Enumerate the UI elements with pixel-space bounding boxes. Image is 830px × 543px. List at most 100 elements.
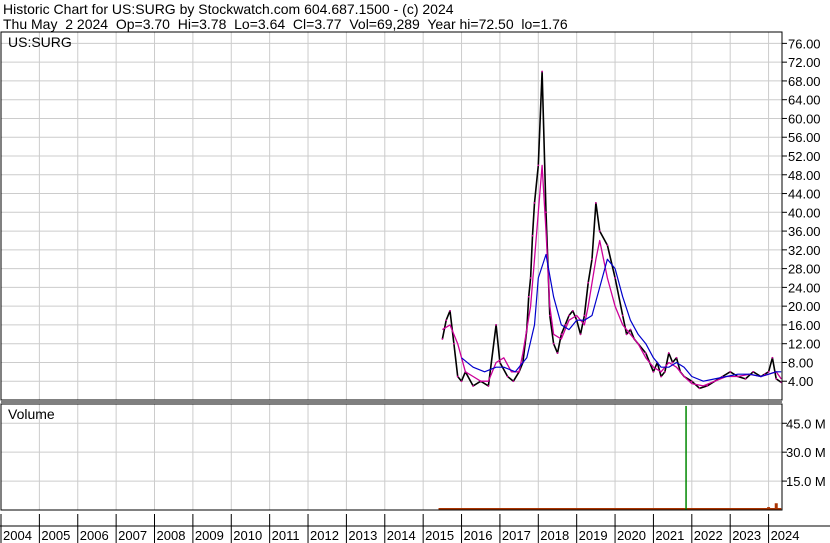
price-point xyxy=(690,380,693,383)
x-tick-label-2016: 2016 xyxy=(464,528,493,543)
price-point xyxy=(541,70,544,73)
volume-panel-label: Volume xyxy=(8,406,55,422)
price-point xyxy=(664,370,666,373)
price-point xyxy=(629,328,632,331)
price-point xyxy=(744,377,747,380)
price-point xyxy=(531,234,534,237)
price-point xyxy=(775,377,778,380)
price-point xyxy=(671,361,674,364)
x-tick-label-2013: 2013 xyxy=(348,528,377,543)
price-point xyxy=(621,314,624,317)
y-tick-label-3: 64.00 xyxy=(788,93,821,108)
volume-panel-frame xyxy=(0,403,783,511)
y-tick-label-1: 72.00 xyxy=(788,55,821,70)
price-point xyxy=(625,333,628,336)
price-point xyxy=(571,309,574,312)
x-tick-label-2014: 2014 xyxy=(387,528,416,543)
price-point xyxy=(767,370,770,373)
y-tick-label-17: 8.00 xyxy=(788,355,813,370)
price-point xyxy=(568,314,570,317)
price-point xyxy=(456,375,459,378)
y-tick-label-8: 44.00 xyxy=(788,187,821,202)
price-point xyxy=(591,258,593,261)
price-point xyxy=(552,342,555,345)
x-tick-label-2006: 2006 xyxy=(80,528,109,543)
y-tick-label-12: 28.00 xyxy=(788,262,821,277)
y-tick-label-4: 60.00 xyxy=(788,111,821,126)
price-point xyxy=(675,356,678,359)
y-tick-label-15: 16.00 xyxy=(788,318,821,333)
x-tick-label-2009: 2009 xyxy=(195,528,224,543)
price-panel-frame xyxy=(0,31,783,401)
x-tick-label-2023: 2023 xyxy=(732,528,761,543)
price-point xyxy=(452,342,455,345)
price-point xyxy=(527,295,530,298)
price-point xyxy=(644,352,647,354)
y-tick-label-2: 68.00 xyxy=(788,74,821,89)
price-point xyxy=(495,324,497,326)
x-tick-label-2008: 2008 xyxy=(157,528,186,543)
x-tick-label-2020: 2020 xyxy=(617,528,646,543)
price-point xyxy=(512,380,515,383)
price-point xyxy=(706,385,709,387)
price-point xyxy=(499,361,501,364)
price-point xyxy=(533,202,536,204)
price-point xyxy=(587,281,590,284)
price-point xyxy=(752,370,755,373)
x-tick-label-2017: 2017 xyxy=(502,528,531,543)
price-point xyxy=(594,202,597,204)
price-point xyxy=(441,338,444,340)
price-point xyxy=(460,380,463,383)
grid-lines xyxy=(0,32,782,510)
x-tick-label-2022: 2022 xyxy=(694,528,723,543)
x-tick-label-2018: 2018 xyxy=(540,528,569,543)
price-panel-label: US:SURG xyxy=(8,34,72,50)
price-point xyxy=(529,277,532,279)
y-tick-label-7: 48.00 xyxy=(788,168,821,183)
price-point xyxy=(449,309,451,312)
x-tick-label-2015: 2015 xyxy=(425,528,454,543)
volume-y-tick-label-1: 30.0 M xyxy=(786,445,826,460)
price-point xyxy=(660,375,663,378)
x-tick-label-2012: 2012 xyxy=(310,528,339,543)
price-point xyxy=(506,375,509,378)
volume-y-tick-label-2: 15.0 M xyxy=(786,474,826,489)
x-tick-label-2005: 2005 xyxy=(41,528,70,543)
price-point xyxy=(560,333,563,336)
y-tick-label-10: 36.00 xyxy=(788,224,821,239)
x-tick-label-2004: 2004 xyxy=(3,528,32,543)
x-tick-label-2024: 2024 xyxy=(771,528,800,543)
y-tick-label-9: 40.00 xyxy=(788,205,821,220)
x-tick-label-2021: 2021 xyxy=(655,528,684,543)
x-tick-label-2010: 2010 xyxy=(233,528,262,543)
price-point xyxy=(652,370,655,373)
chart-window: Historic Chart for US:SURG by Stockwatch… xyxy=(0,0,830,543)
y-tick-label-18: 4.00 xyxy=(788,374,813,389)
price-point xyxy=(606,244,609,247)
price-point xyxy=(729,370,732,373)
price-point xyxy=(564,324,567,326)
y-tick-label-5: 56.00 xyxy=(788,130,821,145)
x-tick-label-2011: 2011 xyxy=(272,528,300,543)
price-point xyxy=(771,356,774,359)
x-tick-label-2019: 2019 xyxy=(579,528,608,543)
price-point xyxy=(598,230,601,232)
volume-y-tick-label-0: 45.0 M xyxy=(786,416,826,431)
price-point xyxy=(556,352,559,354)
y-tick-label-14: 20.00 xyxy=(788,299,821,314)
price-point xyxy=(614,277,616,279)
price-point xyxy=(579,333,582,336)
price-point xyxy=(445,319,448,322)
stock-chart: 2004 2005 2006 2007 2008 2009 2010 2011 2012 2013… xyxy=(0,31,830,543)
price-point xyxy=(698,387,701,390)
price-point xyxy=(583,314,586,317)
y-tick-label-6: 52.00 xyxy=(788,149,821,164)
price-point xyxy=(472,385,474,387)
price-point xyxy=(537,164,540,167)
y-tick-label-11: 32.00 xyxy=(788,243,821,258)
price-point xyxy=(487,385,490,387)
y-tick-label-13: 24.00 xyxy=(788,280,821,295)
price-point xyxy=(667,352,670,354)
y-tick-label-0: 76.00 xyxy=(788,36,821,51)
y-tick-label-16: 12.00 xyxy=(788,337,821,352)
